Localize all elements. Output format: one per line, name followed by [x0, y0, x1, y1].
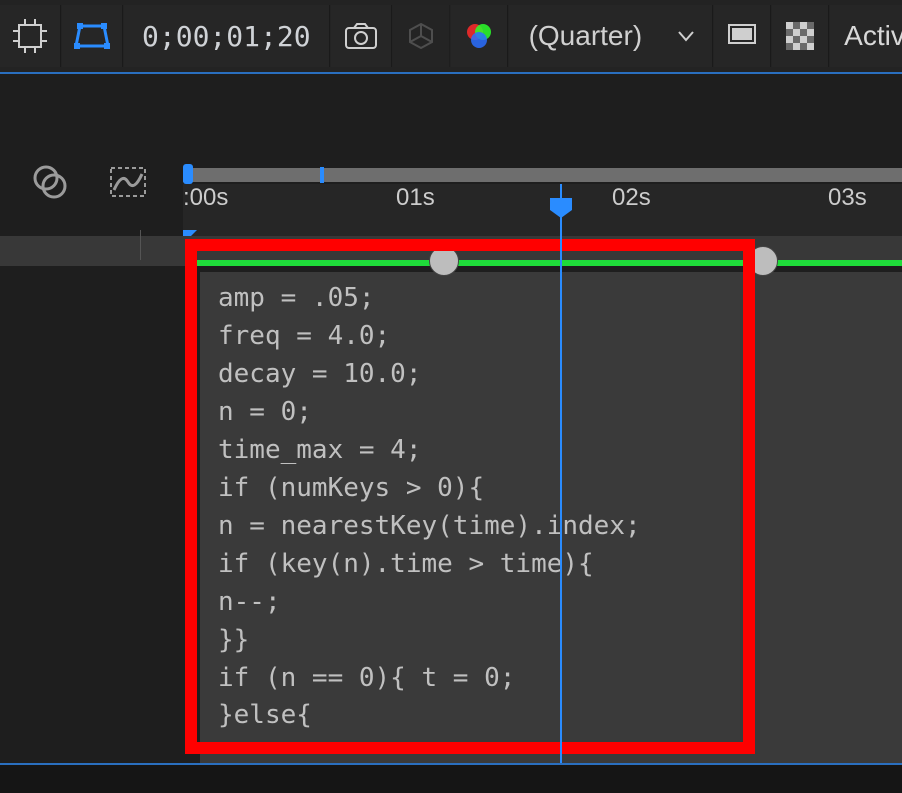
fast-previews-button[interactable] [451, 5, 508, 67]
snapshot-button[interactable] [331, 5, 392, 67]
transparency-grid-b-button[interactable] [772, 5, 829, 67]
playhead[interactable] [560, 184, 562, 793]
monitor-icon [727, 23, 757, 49]
ruler-tick: 02s [612, 184, 651, 212]
region-of-interest-button[interactable] [0, 5, 61, 67]
preview-toolbar: 0;00;01;20 (Quarter) [0, 0, 902, 74]
resolution-label: (Quarter) [529, 20, 643, 52]
rgb-channels-icon [464, 21, 494, 51]
work-area-marker[interactable] [320, 167, 324, 183]
timeline-panel: :00s01s02s03s amp = .05; freq = 4.0; dec… [0, 74, 902, 793]
camera-icon [344, 22, 378, 50]
transparency-grid-a-button[interactable] [714, 5, 771, 67]
cube-icon [406, 21, 436, 51]
draft-3d-button[interactable] [393, 5, 450, 67]
checker-icon [786, 22, 814, 50]
graph-editor-icon[interactable] [108, 164, 148, 200]
work-area-bar[interactable] [183, 168, 902, 182]
ruler-tick: 03s [828, 184, 867, 212]
current-time-display[interactable]: 0;00;01;20 [124, 5, 330, 67]
app-root: 0;00;01;20 (Quarter) [0, 0, 902, 793]
time-ruler[interactable]: :00s 01s 02s 03s [183, 184, 902, 237]
active-camera-dropdown[interactable]: Active C [830, 5, 902, 67]
render-queue-icon[interactable] [32, 164, 68, 200]
ruler-tick: 01s [396, 184, 435, 212]
chevron-down-icon [676, 26, 696, 46]
ruler-tick: :00s [183, 184, 228, 212]
mask-path-toggle-button[interactable] [62, 5, 123, 67]
footer-bar [0, 763, 902, 793]
annotation-highlight-box [185, 239, 755, 754]
panel-divider [140, 230, 141, 260]
resolution-dropdown[interactable]: (Quarter) [509, 5, 714, 67]
timeline-utility-icons [0, 154, 180, 210]
